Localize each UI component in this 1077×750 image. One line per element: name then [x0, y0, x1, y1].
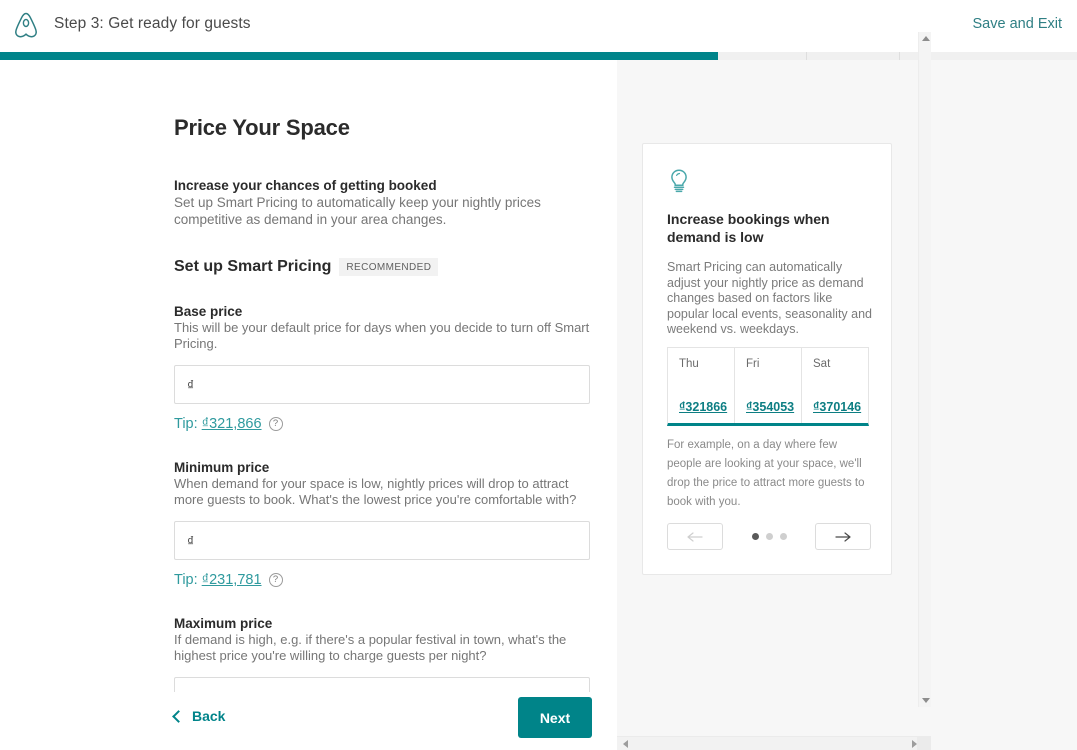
save-and-exit-link[interactable]: Save and Exit: [973, 16, 1062, 32]
carousel-next-button[interactable]: [815, 523, 871, 550]
smart-pricing-title: Set up Smart Pricing: [174, 258, 332, 275]
day-price[interactable]: ₫370146: [813, 400, 868, 414]
chevron-left-icon: [172, 709, 185, 723]
back-button[interactable]: Back: [172, 708, 226, 724]
recommended-badge: RECOMMENDED: [339, 258, 439, 276]
airbnb-logo-icon[interactable]: [9, 10, 43, 42]
day-label: Sat: [813, 358, 831, 370]
minimum-price-input[interactable]: ₫: [174, 521, 590, 560]
day-price[interactable]: ₫321866: [679, 400, 734, 414]
day-label: Thu: [679, 358, 699, 370]
base-price-tip: Tip: ₫321,866 ?: [174, 416, 594, 432]
maximum-price-description: If demand is high, e.g. if there's a pop…: [174, 632, 567, 663]
page-step-title: Step 3: Get ready for guests: [54, 15, 251, 32]
progress-bar: [0, 52, 1077, 60]
scroll-left-button[interactable]: [619, 737, 632, 750]
tip-card-note: For example, on a day where few people a…: [667, 439, 865, 508]
minimum-price-label: Minimum price: [174, 460, 270, 475]
back-button-label: Back: [192, 708, 226, 724]
scroll-down-button[interactable]: [919, 694, 932, 707]
intro-heading: Increase your chances of getting booked: [174, 178, 437, 193]
currency-symbol: ₫: [187, 376, 195, 393]
tip-card-title: Increase bookings when demand is low: [667, 211, 830, 245]
base-price-label: Base price: [174, 304, 243, 319]
progress-bar-fill: [0, 52, 718, 60]
main-content: Price Your Space Increase your chances o…: [0, 60, 617, 750]
table-column: Fri ₫354053: [734, 348, 801, 423]
carousel-dots: [751, 533, 787, 540]
app-header: Step 3: Get ready for guests Save and Ex…: [0, 0, 1077, 52]
carousel-dot[interactable]: [751, 533, 759, 540]
day-label: Fri: [746, 358, 760, 370]
page-root: Step 3: Get ready for guests Save and Ex…: [0, 0, 1077, 750]
scroll-up-button[interactable]: [919, 32, 932, 45]
carousel-prev-button[interactable]: [667, 523, 723, 550]
base-price-input[interactable]: ₫: [174, 365, 590, 404]
intro-body: Set up Smart Pricing to automatically ke…: [174, 195, 541, 227]
tip-value[interactable]: ₫231,781: [202, 572, 262, 588]
question-circle-icon[interactable]: ?: [268, 417, 283, 431]
currency-symbol: ₫: [187, 532, 195, 549]
base-price-description: This will be your default price for days…: [174, 320, 590, 351]
sidebar-panel: Increase bookings when demand is low Sma…: [617, 60, 1077, 750]
minimum-price-tip: Tip: ₫231,781 ?: [174, 572, 594, 588]
day-price[interactable]: ₫354053: [746, 400, 801, 414]
maximum-price-label: Maximum price: [174, 616, 273, 631]
smart-pricing-header: Set up Smart Pricing RECOMMENDED: [174, 258, 594, 276]
horizontal-scrollbar[interactable]: [617, 736, 931, 750]
vertical-scrollbar[interactable]: [918, 32, 931, 707]
sidebar-scroll-area: Increase bookings when demand is low Sma…: [617, 60, 935, 736]
tip-value[interactable]: ₫321,866: [202, 416, 262, 432]
table-column: Sat ₫370146: [801, 348, 868, 423]
triangle-left-icon: [623, 739, 628, 748]
progress-divider: [806, 52, 807, 60]
minimum-price-field-group: Minimum price When demand for your space…: [174, 460, 594, 588]
triangle-down-icon: [921, 698, 930, 703]
page-title: Price Your Space: [174, 115, 350, 140]
carousel-dot[interactable]: [765, 533, 773, 540]
tip-label: Tip:: [174, 572, 198, 588]
question-circle-icon[interactable]: ?: [268, 573, 283, 587]
tip-card-body: Smart Pricing can automatically adjust y…: [667, 260, 872, 336]
base-price-field-group: Base price This will be your default pri…: [174, 304, 594, 432]
triangle-up-icon: [921, 36, 930, 41]
daily-price-table: Thu ₫321866 Fri ₫354053 Sat ₫370146: [667, 347, 869, 426]
smart-pricing-tip-card: Increase bookings when demand is low Sma…: [642, 143, 892, 575]
lightbulb-icon: [667, 168, 691, 194]
tip-label: Tip:: [174, 416, 198, 432]
minimum-price-description: When demand for your space is low, night…: [174, 476, 577, 507]
progress-divider: [899, 52, 900, 60]
table-column: Thu ₫321866: [668, 348, 734, 423]
carousel-nav: [667, 523, 871, 550]
next-button[interactable]: Next: [518, 697, 592, 738]
scrollbar-corner: [917, 736, 931, 750]
carousel-dot[interactable]: [779, 533, 787, 540]
